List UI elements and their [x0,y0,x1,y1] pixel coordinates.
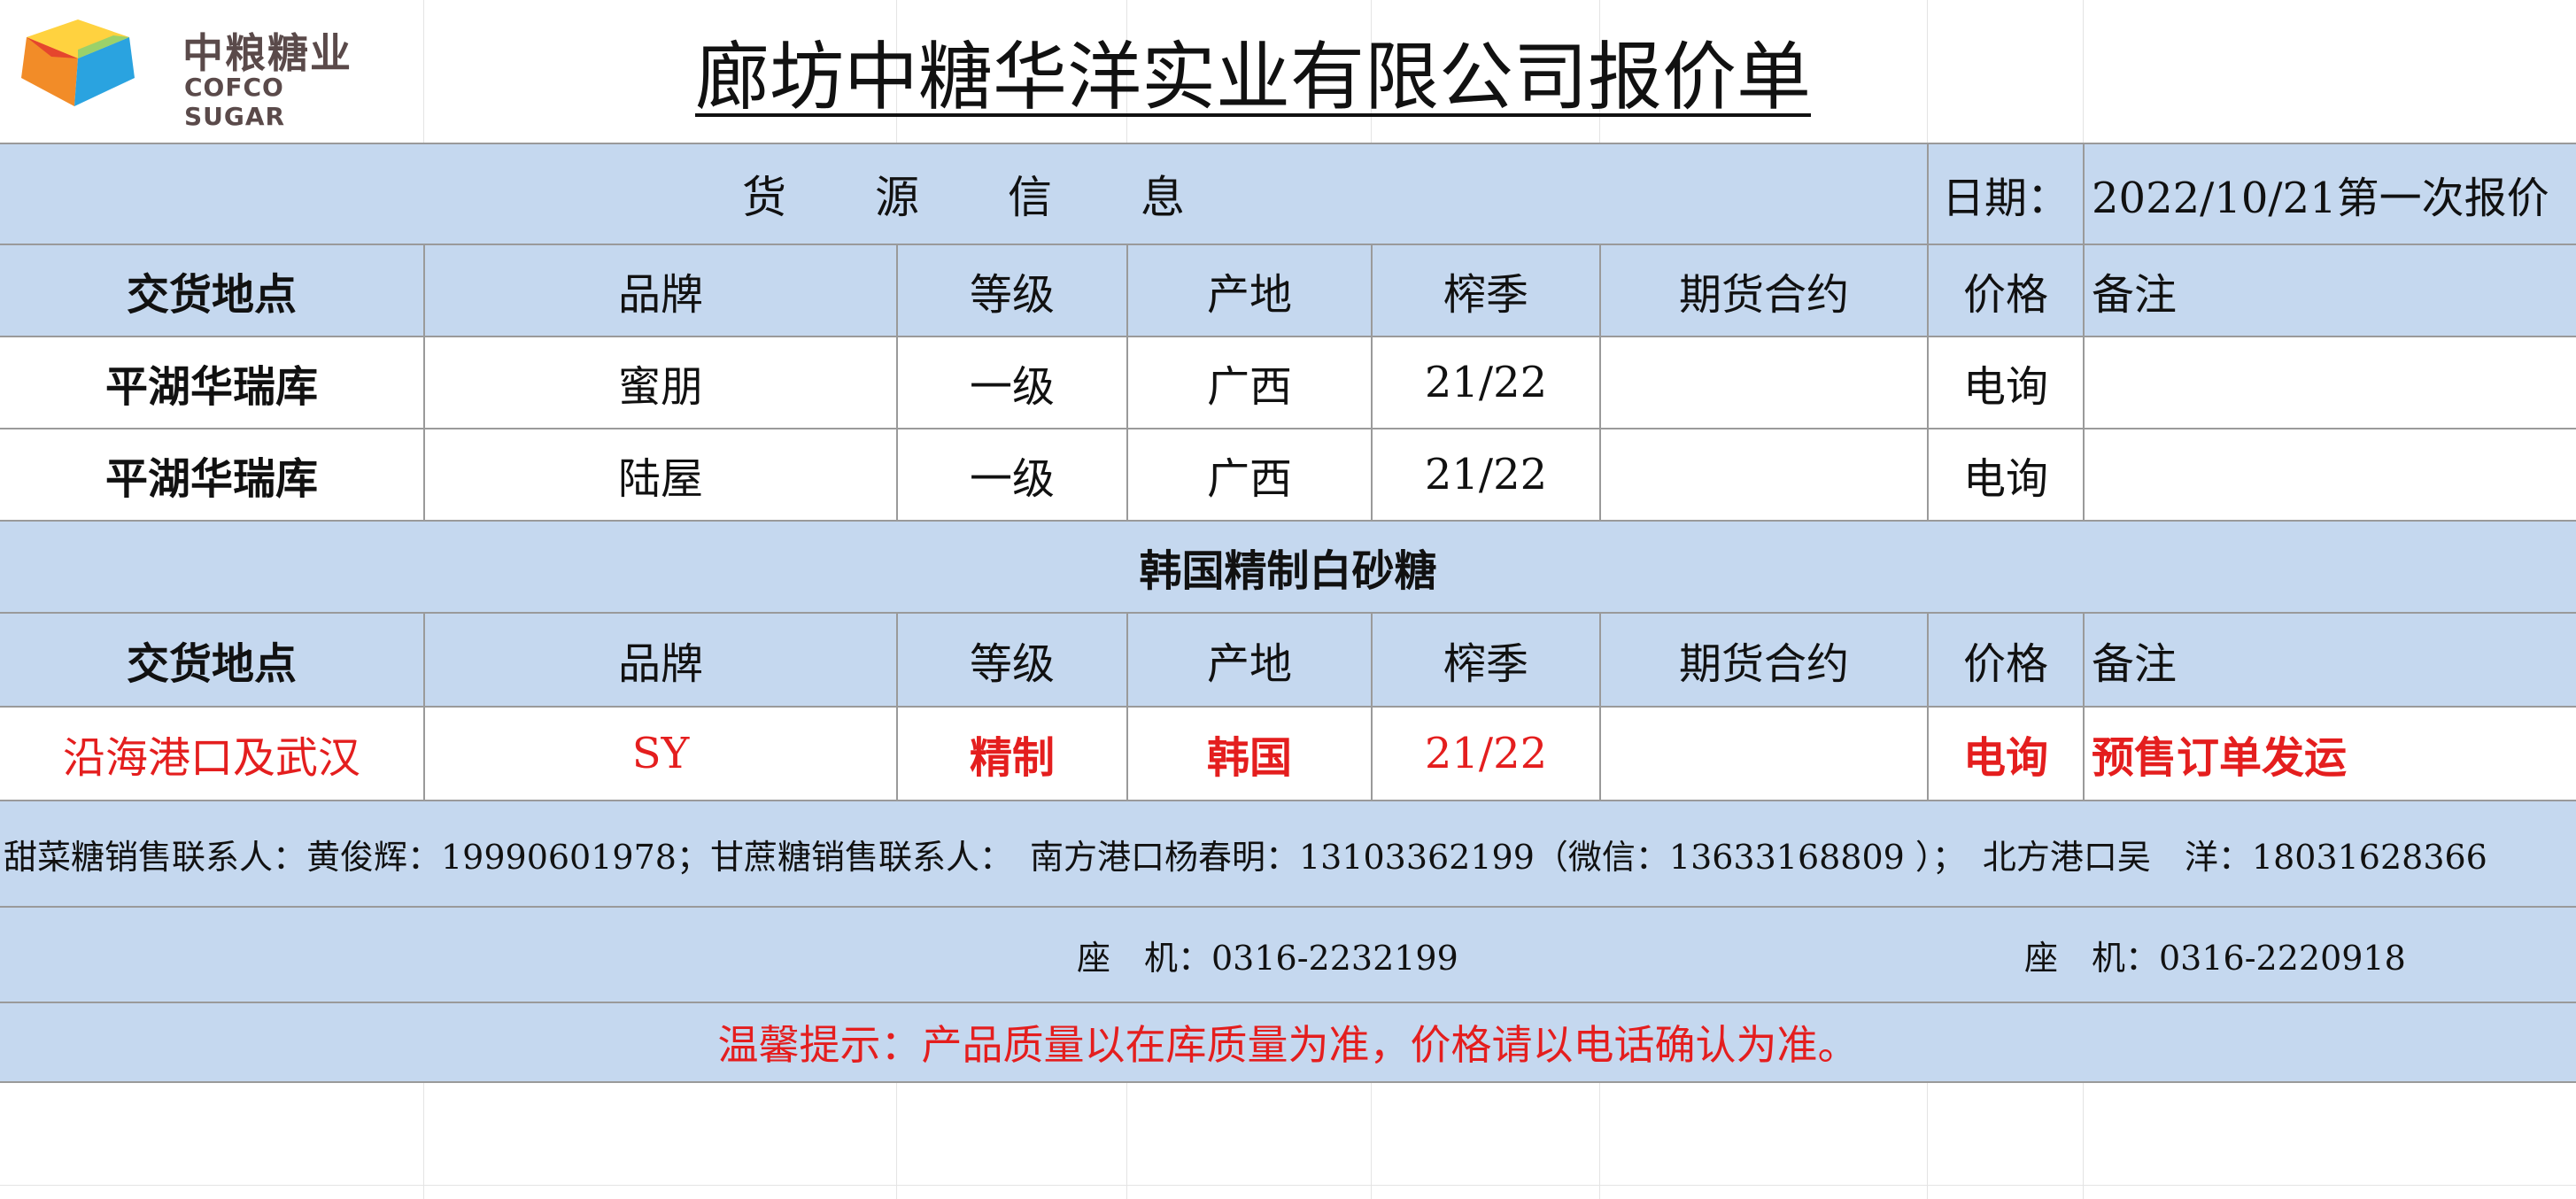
table-row-2-location: 平湖华瑞库 [104,454,318,504]
column-header-grade: 等级 [969,270,1055,320]
column-header-note: 备注 [2092,639,2178,689]
logo-english-text: COFCO SUGAR [184,73,286,131]
quotation-sheet: 中粮糖业 COFCO SUGAR 廊坊中糖华洋实业有限公司报价单 货 源 信 息… [0,0,2576,1199]
table-row-3-note: 预售订单发运 [2092,733,2348,783]
date-value: 2022/10/21第一次报价 [2092,174,2549,223]
column-header-location: 交货地点 [126,639,297,689]
table-row-1-season: 21/22 [1424,358,1548,407]
date-label: 日期： [1941,174,2069,223]
column-header-season: 榨季 [1443,270,1528,320]
column-header-season: 榨季 [1443,639,1528,689]
table-row-2-price: 电询 [1962,454,2048,504]
column-header-note: 备注 [2092,270,2178,320]
contact-line: 甜菜糖销售联系人：黄俊辉：19990601978；甘蔗糖销售联系人： 南方港口杨… [4,837,2487,877]
section-title-korean-sugar: 韩国精制白砂糖 [1139,546,1437,596]
table-row-3-origin: 韩国 [1206,733,1292,783]
table-row-2-grade: 一级 [969,454,1055,504]
landline-south: 座 机：0316-2232199 [1077,938,1458,978]
logo-chinese-text: 中粮糖业 [182,29,352,77]
column-header-origin: 产地 [1206,639,1292,689]
cube-logo-icon [21,19,135,106]
table-row-1-brand: 蜜朋 [617,362,703,412]
table-row-3-price: 电询 [1962,733,2048,783]
table-row-2-season: 21/22 [1424,450,1548,499]
source-info-header: 货 源 信 息 [742,172,1185,223]
table-row-1-location: 平湖华瑞库 [104,362,318,412]
table-row-1-futures [1601,337,1927,428]
table-row-3-location: 沿海港口及武汉 [62,733,360,783]
column-header-origin: 产地 [1206,270,1292,320]
column-header-price: 价格 [1962,639,2048,689]
table-row-1-grade: 一级 [969,362,1055,412]
border [0,1081,2576,1083]
table-row-3-season: 21/22 [1424,729,1548,778]
notice-text: 温馨提示：产品质量以在库质量为准，价格请以电话确认为准。 [717,1021,1859,1069]
table-row-1-origin: 广西 [1206,362,1292,412]
page-title: 廊坊中糖华洋实业有限公司报价单 [694,33,1811,120]
gridline [0,1185,2576,1186]
cofco-sugar-logo: 中粮糖业 COFCO SUGAR [16,14,388,131]
column-header-futures: 期货合约 [1678,270,1849,320]
table-row-3-brand: SY [631,729,690,778]
table-row-2-note [2085,429,2576,520]
table-row-1-price: 电询 [1962,362,2048,412]
column-header-price: 价格 [1962,270,2048,320]
column-header-futures: 期货合约 [1678,639,1849,689]
column-header-brand: 品牌 [617,639,703,689]
table-row-2-origin: 广西 [1206,454,1292,504]
landline-north: 座 机：0316-2220918 [2024,938,2406,978]
table-row-3-grade: 精制 [969,733,1055,783]
table-row-1-note [2085,337,2576,428]
column-header-brand: 品牌 [617,270,703,320]
table-row-2-brand: 陆屋 [617,454,703,504]
table-row-2-futures [1601,429,1927,520]
table-row-3-futures [1601,708,1927,800]
column-header-grade: 等级 [969,639,1055,689]
column-header-location: 交货地点 [126,270,297,320]
